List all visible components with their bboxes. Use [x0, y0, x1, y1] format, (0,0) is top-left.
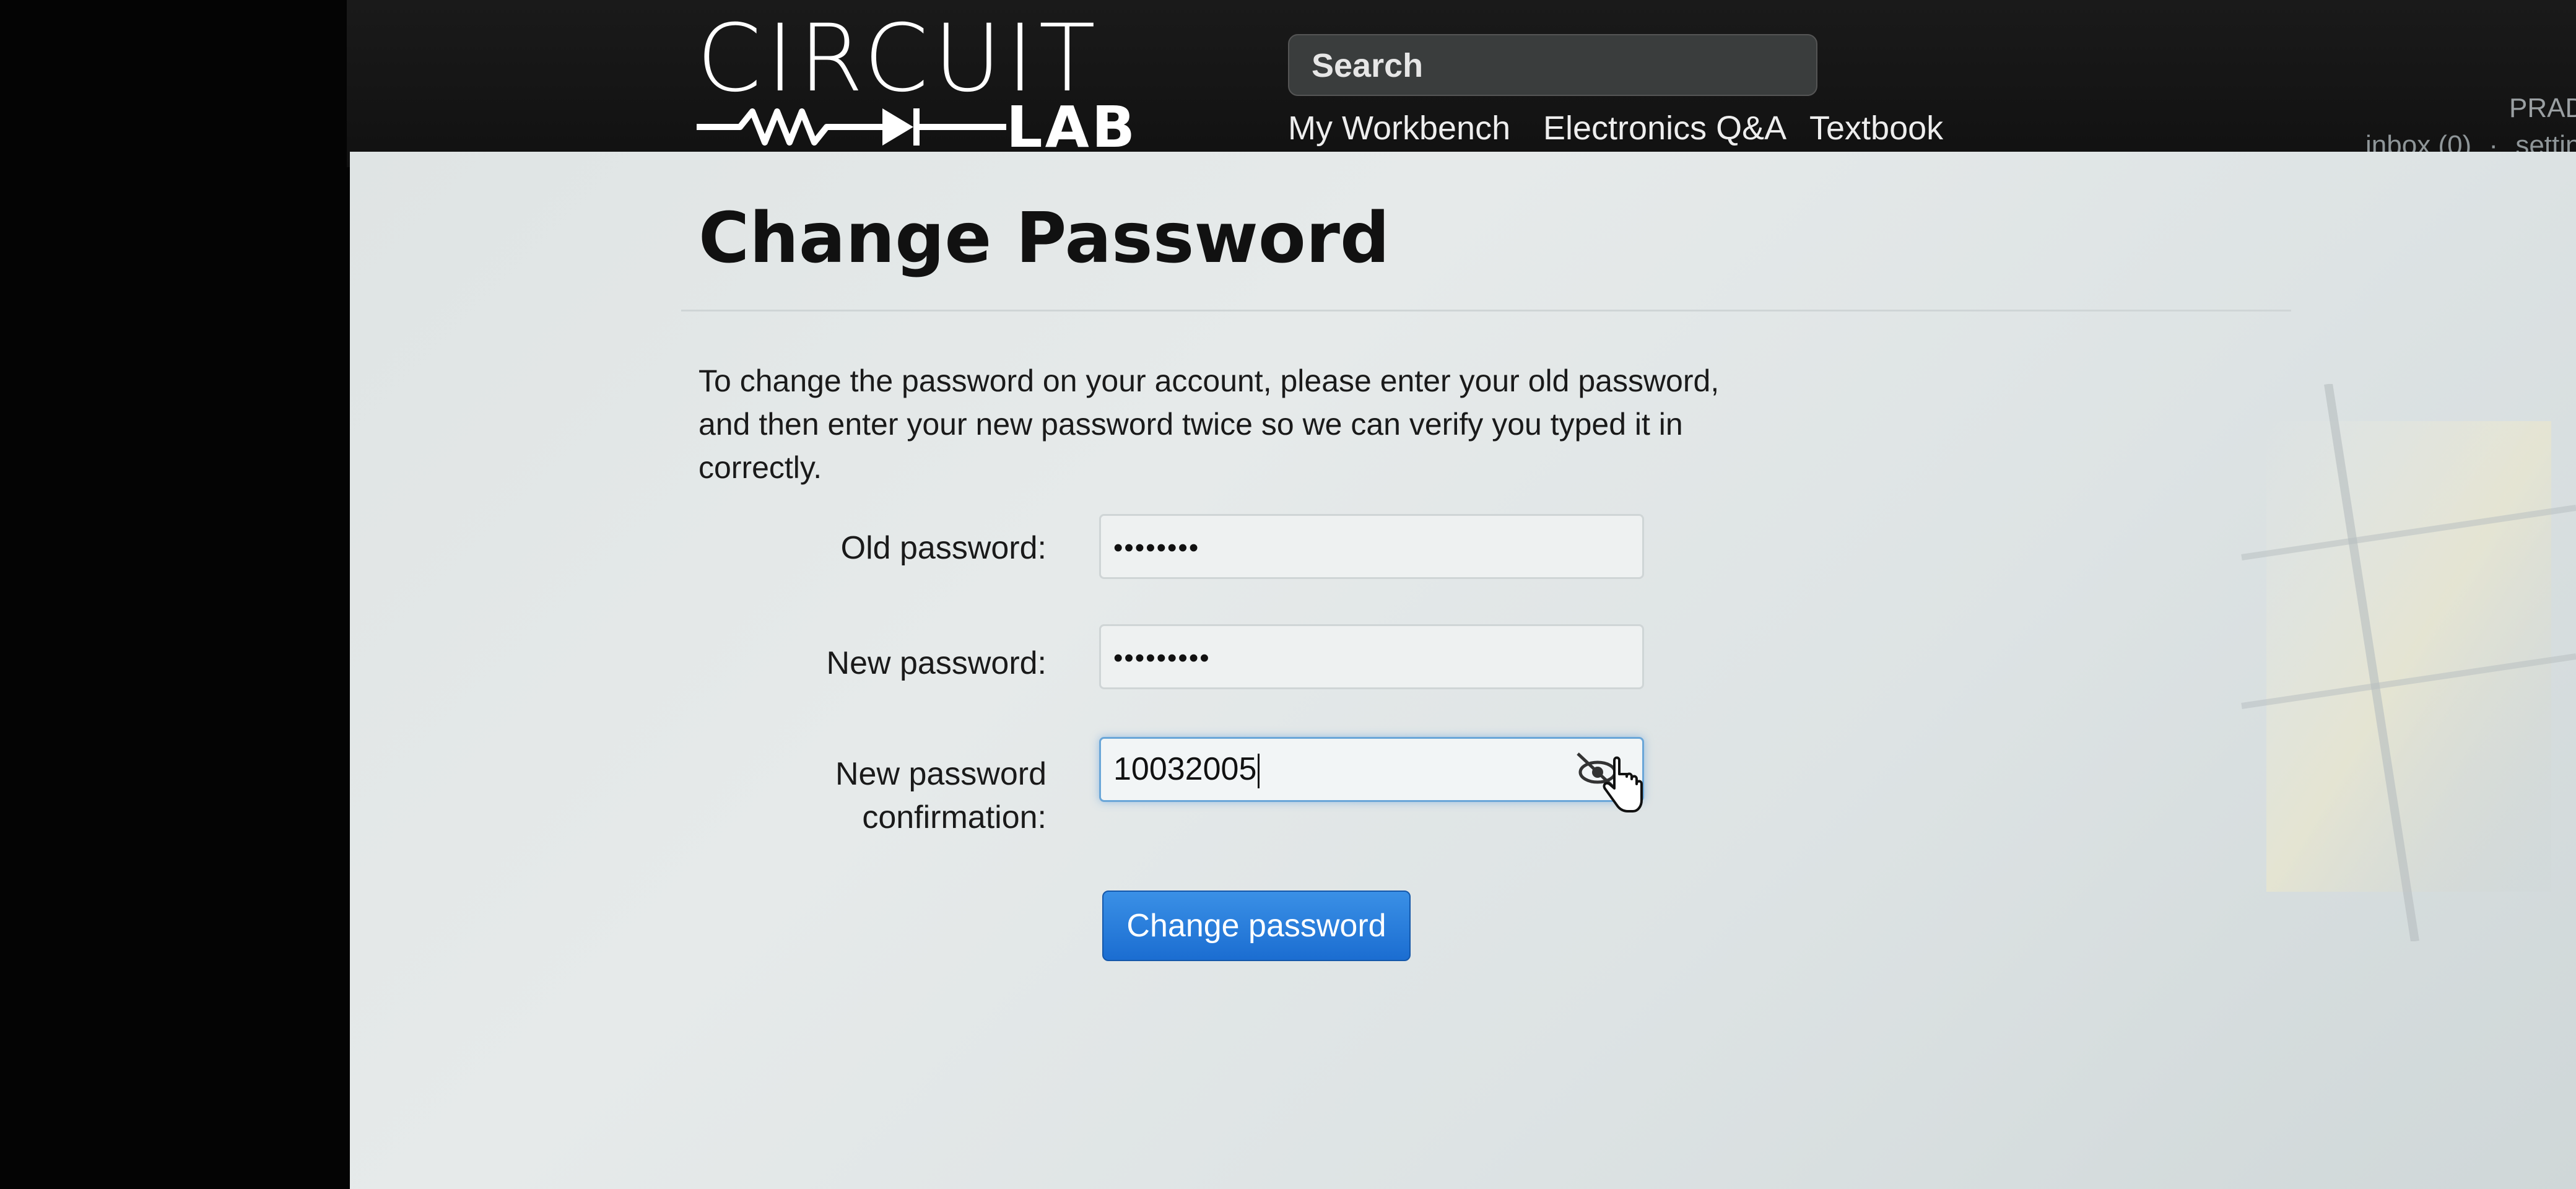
logo-wordmark-bottom: LAB: [1006, 94, 1138, 160]
confirm-password-label: New password confirmation:: [700, 752, 1046, 839]
search-placeholder: Search: [1312, 47, 1424, 84]
new-password-field[interactable]: •••••••••: [1099, 624, 1644, 689]
page-title: Change Password: [698, 198, 1390, 279]
search-box[interactable]: Search: [1288, 34, 1817, 96]
resistor-diode-logo-icon: [697, 108, 1006, 146]
monitor-bezel: [0, 0, 350, 1189]
circuitlab-logo[interactable]: CIRCUIT LAB: [697, 5, 1167, 156]
change-password-button[interactable]: Change password: [1102, 891, 1411, 961]
logo-wordmark-top: CIRCUIT: [697, 5, 1101, 113]
intro-line: To change the password on your account, …: [698, 364, 1720, 398]
old-password-label: Old password:: [840, 530, 1046, 566]
intro-text: To change the password on your account, …: [698, 359, 1813, 489]
user-name[interactable]: PRAD: [2509, 93, 2576, 124]
intro-line: correctly.: [698, 450, 822, 485]
nav-electronics-qa[interactable]: Electronics Q&A: [1543, 109, 1786, 147]
screen: CIRCUIT LAB Search My Workbench Electron…: [0, 0, 2576, 1189]
confirm-label-line: confirmation:: [862, 799, 1046, 835]
nav-textbook[interactable]: Textbook: [1809, 109, 1943, 147]
old-password-value: ••••••••: [1113, 533, 1200, 563]
confirm-label-line: New password: [835, 756, 1046, 792]
new-password-label: New password:: [826, 645, 1046, 681]
title-divider: [681, 310, 2291, 311]
old-password-field[interactable]: ••••••••: [1099, 514, 1644, 579]
new-password-value: •••••••••: [1113, 643, 1211, 673]
confirm-password-value: 10032005: [1113, 751, 1257, 787]
text-caret: [1258, 754, 1260, 789]
intro-line: and then enter your new password twice s…: [698, 407, 1683, 442]
nav-my-workbench[interactable]: My Workbench: [1288, 109, 1510, 147]
hand-cursor-icon: [1603, 756, 1643, 812]
confirm-password-field[interactable]: 10032005: [1099, 737, 1644, 802]
